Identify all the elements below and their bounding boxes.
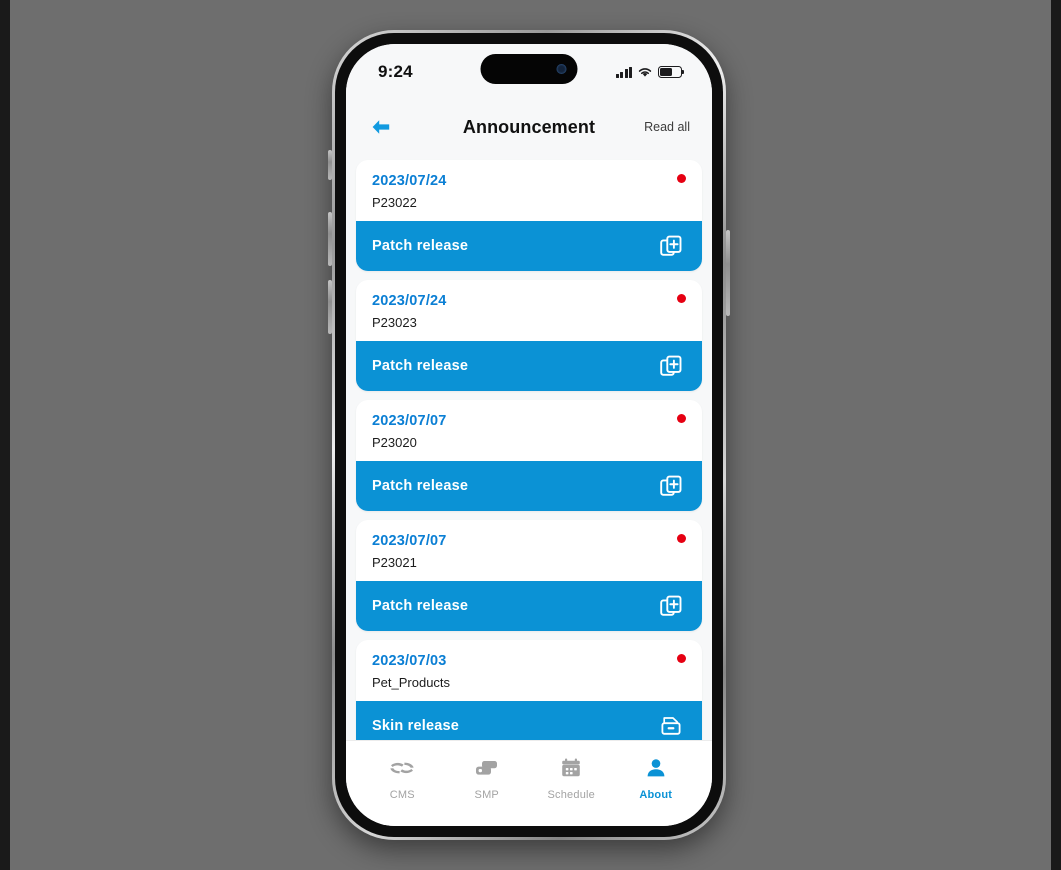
announcement-date: 2023/07/03	[372, 653, 447, 669]
tab-cms[interactable]: CMS	[360, 753, 445, 801]
silent-switch-button[interactable]	[328, 150, 332, 180]
front-camera-icon	[556, 64, 567, 74]
announcement-action-label: Patch release	[372, 598, 469, 614]
smp-icon	[463, 753, 511, 783]
calendar-icon	[547, 753, 595, 783]
page-edge-left	[0, 0, 10, 870]
volume-up-button[interactable]	[328, 212, 332, 266]
announcement-card[interactable]: 2023/07/24 P23022 Patch release	[356, 160, 702, 271]
unread-indicator	[677, 174, 686, 183]
navigation-bar: Announcement Read all	[346, 100, 712, 154]
cms-icon	[378, 753, 426, 783]
archive-box-icon[interactable]	[659, 714, 683, 738]
copy-add-icon[interactable]	[659, 354, 683, 378]
tab-label-about: About	[639, 789, 673, 801]
cellular-signal-icon	[615, 66, 632, 78]
page-edge-right	[1051, 0, 1061, 870]
card-header: 2023/07/24 P23022	[356, 160, 702, 221]
announcement-action-label: Patch release	[372, 478, 469, 494]
unread-indicator	[677, 294, 686, 303]
back-button[interactable]	[364, 110, 398, 144]
announcement-code: P23023	[372, 315, 417, 330]
announcement-action-bar[interactable]: Skin release	[356, 701, 702, 740]
bottom-tab-bar: CMS SMP Schedule About	[346, 740, 712, 826]
announcement-card[interactable]: 2023/07/07 P23020 Patch release	[356, 400, 702, 511]
announcement-code: P23020	[372, 435, 417, 450]
card-header: 2023/07/24 P23023	[356, 280, 702, 341]
announcement-card[interactable]: 2023/07/24 P23023 Patch release	[356, 280, 702, 391]
person-icon	[631, 753, 680, 783]
announcement-code: P23021	[372, 555, 417, 570]
volume-down-button[interactable]	[328, 280, 332, 334]
announcement-date: 2023/07/07	[372, 533, 447, 549]
tab-label-schedule: Schedule	[547, 789, 595, 801]
tab-label-smp: SMP	[474, 789, 499, 801]
dynamic-island	[480, 54, 578, 84]
announcement-code: P23022	[372, 195, 417, 210]
read-all-button[interactable]: Read all	[644, 120, 690, 134]
card-header: 2023/07/07 P23021	[356, 520, 702, 581]
copy-add-icon[interactable]	[659, 234, 683, 258]
announcement-date: 2023/07/24	[372, 173, 447, 189]
tab-about[interactable]: About	[614, 753, 699, 801]
tab-label-cms: CMS	[389, 789, 415, 801]
device-bezel: 9:24 Announcement Read all 2023/07/24 P2…	[335, 33, 723, 837]
wifi-icon	[638, 68, 652, 77]
announcement-code: Pet_Products	[372, 675, 451, 690]
unread-indicator	[677, 534, 686, 543]
announcement-action-label: Patch release	[372, 358, 469, 374]
battery-icon	[658, 66, 685, 78]
announcement-card[interactable]: 2023/07/03 Pet_Products Skin release	[356, 640, 702, 740]
card-header: 2023/07/03 Pet_Products	[356, 640, 702, 701]
announcement-action-label: Patch release	[372, 238, 469, 254]
status-indicators	[615, 66, 685, 78]
status-bar: 9:24	[346, 44, 712, 100]
unread-indicator	[677, 414, 686, 423]
tab-schedule[interactable]: Schedule	[529, 753, 614, 801]
power-button[interactable]	[726, 230, 730, 316]
announcement-action-bar[interactable]: Patch release	[356, 461, 702, 511]
card-header: 2023/07/07 P23020	[356, 400, 702, 461]
unread-indicator	[677, 654, 686, 663]
back-arrow-icon	[372, 120, 390, 134]
tab-smp[interactable]: SMP	[445, 753, 530, 801]
copy-add-icon[interactable]	[659, 594, 683, 618]
phone-screen: 9:24 Announcement Read all 2023/07/24 P2…	[346, 44, 712, 826]
announcement-action-bar[interactable]: Patch release	[356, 581, 702, 631]
announcement-action-bar[interactable]: Patch release	[356, 341, 702, 391]
copy-add-icon[interactable]	[659, 474, 683, 498]
announcement-action-label: Skin release	[372, 718, 460, 734]
announcement-card[interactable]: 2023/07/07 P23021 Patch release	[356, 520, 702, 631]
announcement-list[interactable]: 2023/07/24 P23022 Patch release 2023/07/…	[346, 154, 712, 740]
phone-device: 9:24 Announcement Read all 2023/07/24 P2…	[328, 30, 730, 840]
announcement-date: 2023/07/07	[372, 413, 447, 429]
announcement-date: 2023/07/24	[372, 293, 447, 309]
announcement-action-bar[interactable]: Patch release	[356, 221, 702, 271]
status-time: 9:24	[378, 62, 413, 81]
